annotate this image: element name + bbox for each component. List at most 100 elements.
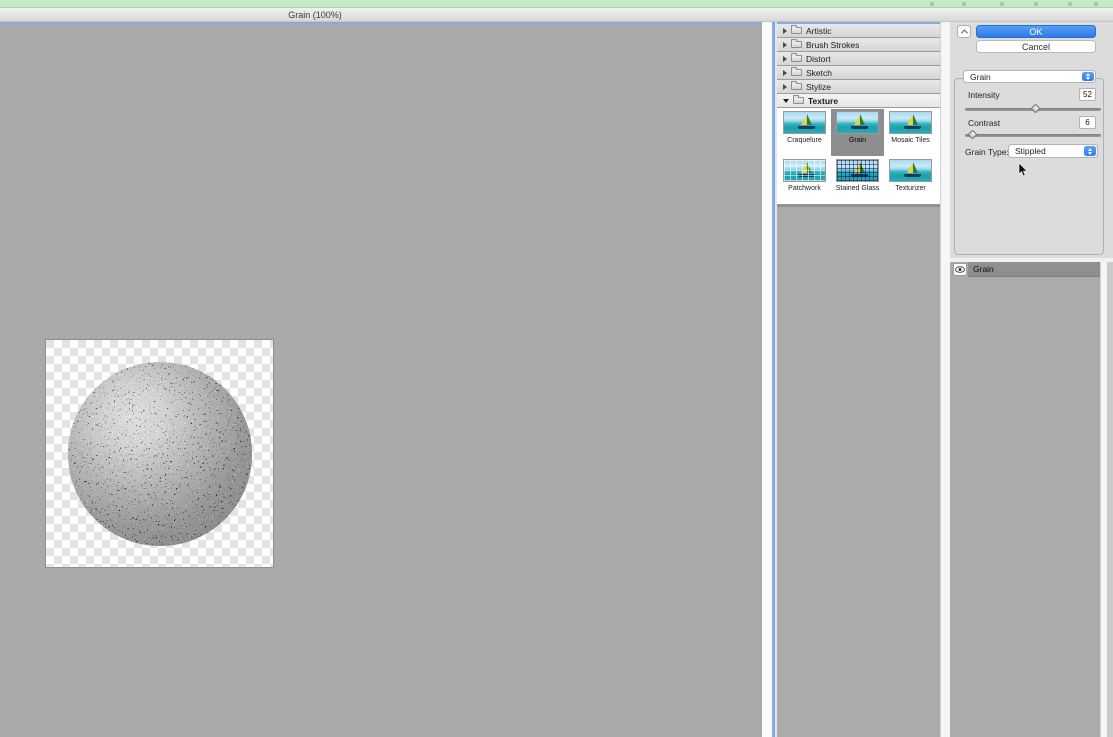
select-stepper-icon[interactable]	[1084, 146, 1096, 156]
menubar-remnant	[1000, 2, 1004, 6]
category-sketch[interactable]: Sketch	[777, 66, 940, 80]
patchwork-overlay	[784, 160, 825, 181]
disclosure-right-icon[interactable]	[783, 56, 787, 62]
hull-shape	[798, 126, 815, 129]
intensity-value-field[interactable]	[1079, 88, 1096, 101]
filter-select[interactable]: Grain	[963, 70, 1096, 83]
hull-shape	[904, 174, 921, 177]
category-stylize[interactable]: Stylize	[777, 80, 940, 94]
grain-type-value: Stippled	[1015, 146, 1046, 156]
select-stepper-icon[interactable]	[1082, 72, 1094, 81]
folder-icon	[791, 27, 802, 34]
hull-shape	[904, 126, 921, 129]
sailboat-thumbnail[interactable]	[783, 159, 826, 182]
disclosure-right-icon[interactable]	[783, 42, 787, 48]
filter-panel-empty-area	[777, 204, 940, 737]
dialog-title: Grain (100%)	[250, 10, 380, 20]
mouse-cursor-icon	[1018, 163, 1028, 177]
category-brush-strokes[interactable]: Brush Strokes	[777, 38, 940, 52]
disclosure-right-icon[interactable]	[783, 70, 787, 76]
disclosure-down-icon[interactable]	[783, 99, 789, 103]
effect-layers-scrollbar[interactable]	[1100, 262, 1107, 737]
filter-preview-pane[interactable]	[0, 24, 762, 737]
contrast-value-field[interactable]	[1079, 116, 1096, 129]
collapse-panel-button[interactable]	[957, 25, 971, 38]
menubar-remnant	[1094, 2, 1098, 6]
effect-layers-panel: Grain	[950, 258, 1113, 737]
filter-thumb-texturizer[interactable]: Texturizer	[884, 157, 937, 204]
sailboat-thumbnail[interactable]	[783, 111, 826, 134]
folder-icon	[791, 41, 802, 48]
folder-icon	[791, 69, 802, 76]
effect-layer-label: Grain	[973, 264, 994, 274]
cancel-button[interactable]: Cancel	[976, 40, 1096, 53]
dialog-title-bar[interactable]: Grain (100%)	[0, 8, 1113, 22]
sailboat-thumbnail[interactable]	[889, 159, 932, 182]
thumb-label: Mosaic Tiles	[891, 137, 930, 144]
stepper-down-arrow	[1088, 152, 1092, 155]
category-label: Sketch	[806, 68, 832, 78]
stepper-up-arrow	[1086, 73, 1090, 76]
grain-sphere-preview	[67, 361, 253, 547]
category-label: Stylize	[806, 82, 831, 92]
filter-thumbnail-grid: Craquelure Grain Mosaic Tiles	[777, 108, 940, 204]
folder-open-icon	[793, 97, 804, 104]
effect-layer-row-grain[interactable]: Grain	[968, 262, 1100, 277]
sailboat-thumbnail[interactable]	[889, 111, 932, 134]
filter-category-panel: Artistic Brush Strokes Distort Sketch St…	[777, 24, 940, 737]
stained-glass-overlay	[837, 160, 878, 181]
filter-gallery-dialog: Grain (100%)	[0, 0, 1113, 737]
transparency-checkerboard[interactable]	[45, 339, 274, 568]
thumb-label: Texturizer	[895, 185, 925, 192]
chevron-up-icon	[960, 29, 967, 36]
category-distort[interactable]: Distort	[777, 52, 940, 66]
folder-icon	[791, 55, 802, 62]
sail-shape	[913, 162, 918, 173]
eye-icon	[955, 266, 965, 273]
sail-shape	[907, 115, 913, 125]
thumb-label: Patchwork	[788, 185, 821, 192]
pane-divider	[762, 22, 772, 737]
sail-shape	[860, 114, 865, 125]
disclosure-right-icon[interactable]	[783, 84, 787, 90]
filter-thumb-mosaic-tiles[interactable]: Mosaic Tiles	[884, 109, 937, 156]
sailboat-thumbnail[interactable]	[836, 111, 879, 134]
settings-panel: OK Cancel Grain Intensity Contrast Grain…	[950, 22, 1113, 737]
contrast-slider[interactable]	[965, 134, 1101, 137]
menubar-remnant	[1034, 2, 1038, 6]
filter-thumb-patchwork[interactable]: Patchwork	[778, 157, 831, 204]
stepper-down-arrow	[1086, 77, 1090, 80]
ok-button[interactable]: OK	[976, 25, 1096, 38]
sail-shape	[907, 163, 913, 173]
thumb-label: Craquelure	[787, 137, 822, 144]
filter-thumb-craquelure[interactable]: Craquelure	[778, 109, 831, 156]
panel-right-edge	[1107, 262, 1113, 737]
sail-shape	[807, 114, 812, 125]
filter-thumb-grain[interactable]: Grain	[831, 109, 884, 156]
menubar-remnant	[930, 2, 934, 6]
thumb-label: Stained Glass	[836, 185, 880, 192]
grain-type-select[interactable]: Stippled	[1008, 144, 1098, 158]
intensity-slider[interactable]	[965, 108, 1101, 111]
layer-visibility-button[interactable]	[953, 263, 967, 276]
menubar-remnant-strip	[0, 0, 1113, 8]
sail-shape	[854, 115, 860, 125]
filter-thumb-stained-glass[interactable]: Stained Glass	[831, 157, 884, 204]
menubar-remnant	[1068, 2, 1072, 6]
category-artistic[interactable]: Artistic	[777, 24, 940, 38]
grain-type-label: Grain Type:	[965, 147, 1009, 157]
category-label: Distort	[806, 54, 831, 64]
filter-panel-scrollbar[interactable]	[940, 22, 950, 737]
sail-shape	[801, 115, 807, 125]
category-texture[interactable]: Texture	[777, 94, 940, 108]
disclosure-right-icon[interactable]	[783, 28, 787, 34]
sail-shape	[913, 114, 918, 125]
sailboat-thumbnail[interactable]	[836, 159, 879, 182]
hull-shape	[851, 126, 868, 129]
contrast-label: Contrast	[968, 118, 1000, 128]
menubar-remnant	[962, 2, 966, 6]
category-label: Artistic	[806, 26, 832, 36]
stepper-up-arrow	[1088, 148, 1092, 151]
thumb-label: Grain	[849, 137, 866, 144]
category-label: Brush Strokes	[806, 40, 859, 50]
